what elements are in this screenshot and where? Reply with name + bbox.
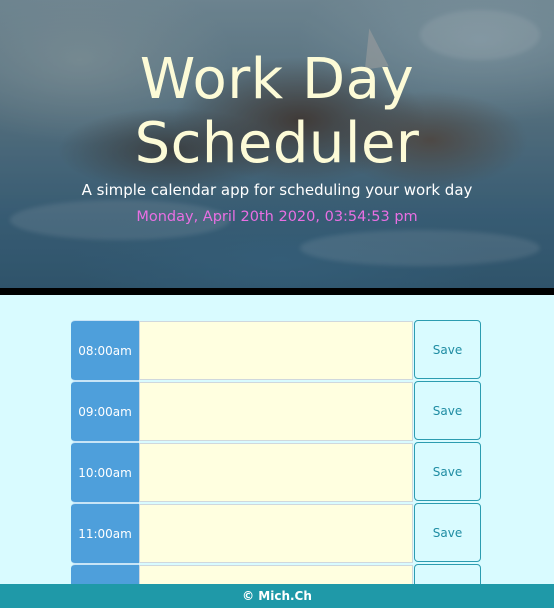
hour-label: 09:00am (71, 381, 139, 442)
hour-label: 08:00am (71, 320, 139, 381)
header-divider (0, 288, 554, 295)
time-block-row: 09:00am Save (71, 381, 482, 442)
event-description-input[interactable] (139, 504, 413, 563)
footer: © Mich.Ch (0, 584, 554, 608)
page-subtitle: A simple calendar app for scheduling you… (81, 181, 473, 199)
current-datetime: Monday, April 20th 2020, 03:54:53 pm (136, 209, 418, 225)
event-description-input[interactable] (139, 443, 413, 502)
save-button[interactable]: Save (414, 320, 481, 379)
time-block-row: 11:00am Save (71, 503, 482, 564)
save-button[interactable]: Save (414, 442, 481, 501)
save-button[interactable]: Save (414, 503, 481, 562)
schedule: 08:00am Save 09:00am Save 10:00am Save 1… (71, 320, 482, 608)
event-description-input[interactable] (139, 321, 413, 380)
time-block-row: 10:00am Save (71, 442, 482, 503)
save-button[interactable]: Save (414, 381, 481, 440)
time-block-row: 08:00am Save (71, 320, 482, 381)
hour-label: 11:00am (71, 503, 139, 564)
event-description-input[interactable] (139, 382, 413, 441)
page-title: Work Day Scheduler (0, 48, 554, 176)
hour-label: 10:00am (71, 442, 139, 503)
title-line-2: Scheduler (134, 111, 420, 176)
hero-header: Work Day Scheduler A simple calendar app… (0, 0, 554, 288)
title-line-1: Work Day (139, 47, 415, 112)
